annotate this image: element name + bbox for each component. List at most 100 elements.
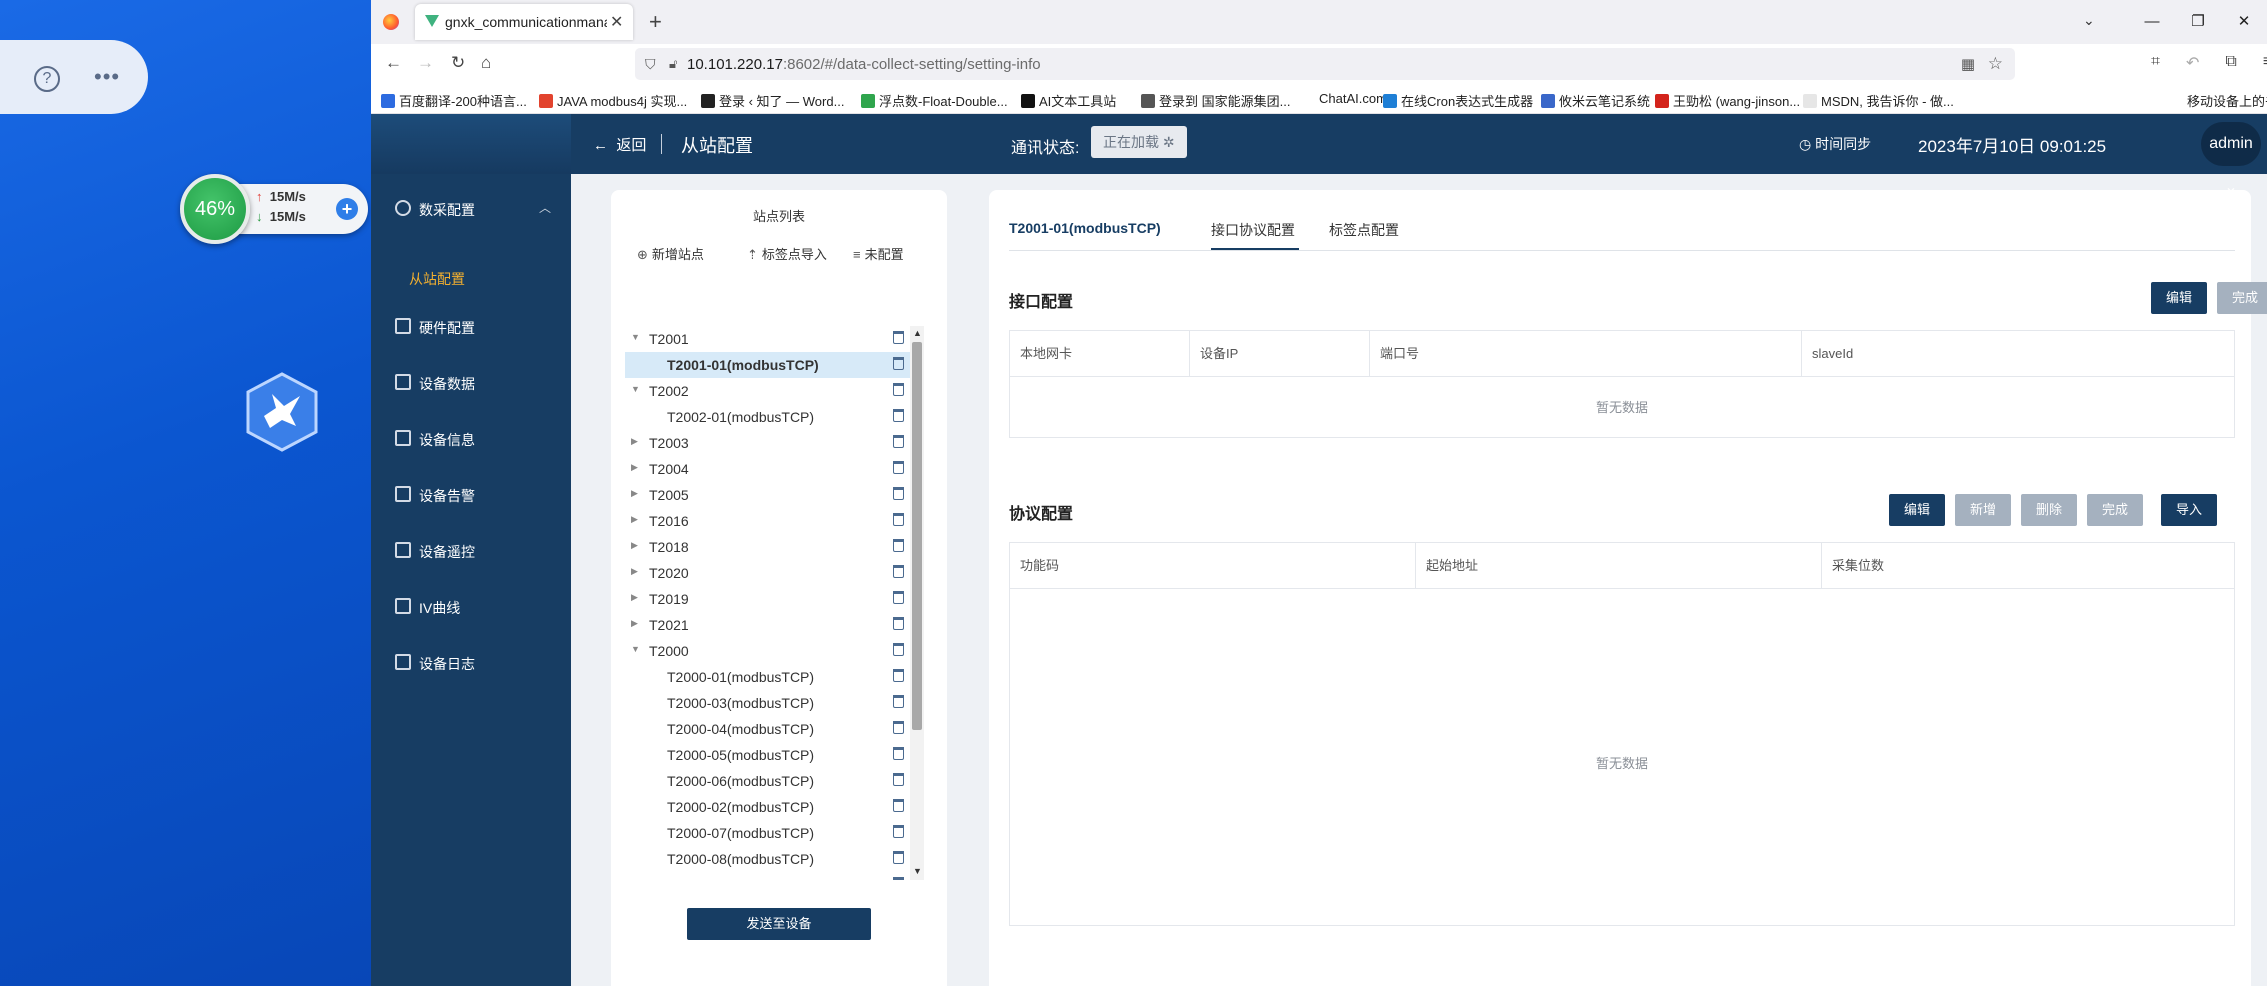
sidebar-subitem-slave-config[interactable]: 从站配置 [409, 269, 465, 289]
tree-node[interactable]: ▶ T2003 [625, 430, 911, 456]
tree-node[interactable]: T2000-08(modbusTCP) [625, 846, 911, 872]
tree-node[interactable]: ▶ T2004 [625, 456, 911, 482]
tree-node[interactable]: T2000-01(modbusTCP) [625, 664, 911, 690]
sidebar-item[interactable]: IV曲线 [371, 588, 571, 624]
more-icon[interactable]: ••• [94, 64, 120, 90]
network-speed-widget[interactable]: 46% ↑ 15M/s ↓ 15M/s + [180, 174, 370, 244]
tab-close-icon[interactable]: ✕ [610, 12, 623, 32]
trash-icon[interactable] [893, 877, 904, 880]
back-arrow-icon[interactable]: ← [385, 53, 402, 73]
url-text[interactable]: 10.101.220.17:8602/#/data-collect-settin… [687, 56, 1041, 73]
bookmark-star-icon[interactable]: ☆ [1988, 54, 2003, 74]
trash-icon[interactable] [893, 747, 904, 760]
url-bar[interactable]: ⛉ 🔓︎ 10.101.220.17:8602/#/data-collect-s… [635, 48, 2015, 80]
tab-list-chevron-icon[interactable]: ⌄ [2083, 12, 2095, 29]
firefox-icon[interactable] [383, 14, 399, 30]
caret-right-icon[interactable]: ▶ [631, 592, 638, 603]
bookmark-item[interactable]: 登录 ‹ 知了 — Word... [701, 91, 844, 110]
trash-icon[interactable] [893, 331, 904, 344]
tree-node[interactable]: ▼ T2002 [625, 378, 911, 404]
bookmark-item[interactable]: 浮点数-Float-Double... [861, 91, 1008, 110]
trash-icon[interactable] [893, 357, 904, 370]
bookmark-item[interactable]: ChatAI.com [1301, 91, 1387, 106]
minimize-icon[interactable]: — [2129, 0, 2175, 44]
shield-icon[interactable]: ⛉ [645, 56, 656, 73]
protocol-import-button[interactable]: 导入 [2161, 494, 2217, 526]
trash-icon[interactable] [893, 721, 904, 734]
trash-icon[interactable] [893, 565, 904, 578]
interface-done-button[interactable]: 完成 [2217, 282, 2267, 314]
import-tags-button[interactable]: ⇡ 标签点导入 [747, 244, 827, 263]
tree-scrollbar[interactable]: ▲ ▼ [910, 326, 924, 880]
trash-icon[interactable] [893, 435, 904, 448]
sidebar-item[interactable]: 设备告警 [371, 476, 571, 512]
tree-node[interactable]: ▼ T2000 [625, 638, 911, 664]
tab-tag-config[interactable]: 标签点配置 [1329, 220, 1399, 240]
bookmark-item[interactable]: 在线Cron表达式生成器 [1383, 91, 1533, 110]
protocol-edit-button[interactable]: 编辑 [1889, 494, 1945, 526]
tree-node[interactable]: ▶ T2020 [625, 560, 911, 586]
protocol-delete-button[interactable]: 删除 [2021, 494, 2077, 526]
tree-node[interactable]: T2000-06(modbusTCP) [625, 768, 911, 794]
restore-icon[interactable]: ❐ [2175, 0, 2221, 44]
qr-code-icon[interactable]: ▦ [1961, 55, 1975, 73]
trash-icon[interactable] [893, 851, 904, 864]
trash-icon[interactable] [893, 799, 904, 812]
bookmark-item[interactable]: 百度翻译-200种语言... [381, 91, 527, 110]
trash-icon[interactable] [893, 409, 904, 422]
sidebar-group-data-collect[interactable]: 数采配置 ︿ [371, 190, 571, 226]
user-avatar[interactable]: admin ⌄ [2201, 122, 2261, 196]
caret-right-icon[interactable]: ▶ [631, 462, 638, 473]
tree-node[interactable]: T2000-07(modbusTCP) [625, 820, 911, 846]
add-station-button[interactable]: ⊕ 新增站点 [637, 244, 704, 263]
caret-right-icon[interactable]: ▶ [631, 566, 638, 577]
tab-device-name[interactable]: T2001-01(modbusTCP) [1009, 220, 1161, 236]
crop-icon[interactable]: ⌗ [2151, 53, 2160, 73]
trash-icon[interactable] [893, 487, 904, 500]
bird-app-icon[interactable] [246, 372, 318, 452]
sidebar-item[interactable]: 设备日志 [371, 644, 571, 680]
tree-node[interactable]: ▶ T2019 [625, 586, 911, 612]
protocol-done-button[interactable]: 完成 [2087, 494, 2143, 526]
trash-icon[interactable] [893, 825, 904, 838]
tree-node[interactable]: ▶ T2016 [625, 508, 911, 534]
tree-node[interactable]: T2000-10(modbusTCP) [625, 872, 911, 880]
caret-right-icon[interactable]: ▶ [631, 436, 638, 447]
help-icon[interactable]: ? [34, 66, 60, 92]
tree-node[interactable]: ▶ T2018 [625, 534, 911, 560]
caret-right-icon[interactable]: ▶ [631, 514, 638, 525]
bookmark-item[interactable]: 攸米云笔记系统 [1541, 91, 1650, 110]
tree-node[interactable]: T2000-03(modbusTCP) [625, 690, 911, 716]
trash-icon[interactable] [893, 591, 904, 604]
bookmark-item[interactable]: MSDN, 我告诉你 - 做... [1803, 91, 1954, 110]
close-window-icon[interactable]: ✕ [2221, 0, 2267, 44]
tree-node[interactable]: T2000-05(modbusTCP) [625, 742, 911, 768]
sidebar-item[interactable]: 设备信息 [371, 420, 571, 456]
trash-icon[interactable] [893, 539, 904, 552]
browser-tab-active[interactable]: gnxk_communicationmanage ✕ [415, 4, 633, 40]
sidebar-item[interactable]: 硬件配置 [371, 308, 571, 344]
new-tab-button[interactable]: + [649, 9, 662, 35]
forward-arrow-icon[interactable]: → [417, 53, 434, 73]
bookmark-item[interactable]: 王勁松 (wang-jinson... [1655, 91, 1800, 110]
send-to-device-button[interactable]: 发送至设备 [687, 908, 871, 940]
home-icon[interactable]: ⌂ [481, 53, 491, 73]
trash-icon[interactable] [893, 669, 904, 682]
tree-node[interactable]: T2000-04(modbusTCP) [625, 716, 911, 742]
undo-icon[interactable]: ↶ [2186, 53, 2199, 73]
extensions-icon[interactable]: ⧉ [2225, 53, 2236, 73]
back-button[interactable]: ← 返回 [593, 134, 646, 155]
tree-node[interactable]: T2000-02(modbusTCP) [625, 794, 911, 820]
caret-down-icon[interactable]: ▼ [631, 644, 640, 654]
tree-node[interactable]: T2002-01(modbusTCP) [625, 404, 911, 430]
caret-down-icon[interactable]: ▼ [631, 332, 640, 342]
trash-icon[interactable] [893, 383, 904, 396]
scroll-down-icon[interactable]: ▼ [913, 866, 922, 876]
scroll-thumb[interactable] [912, 342, 922, 730]
trash-icon[interactable] [893, 513, 904, 526]
bookmark-item[interactable]: JAVA modbus4j 实现... [539, 91, 687, 110]
tree-node[interactable]: ▶ T2005 [625, 482, 911, 508]
reload-icon[interactable]: ↻ [451, 53, 465, 73]
sidebar-item[interactable]: 设备遥控 [371, 532, 571, 568]
tab-interface-protocol[interactable]: 接口协议配置 [1211, 220, 1295, 240]
